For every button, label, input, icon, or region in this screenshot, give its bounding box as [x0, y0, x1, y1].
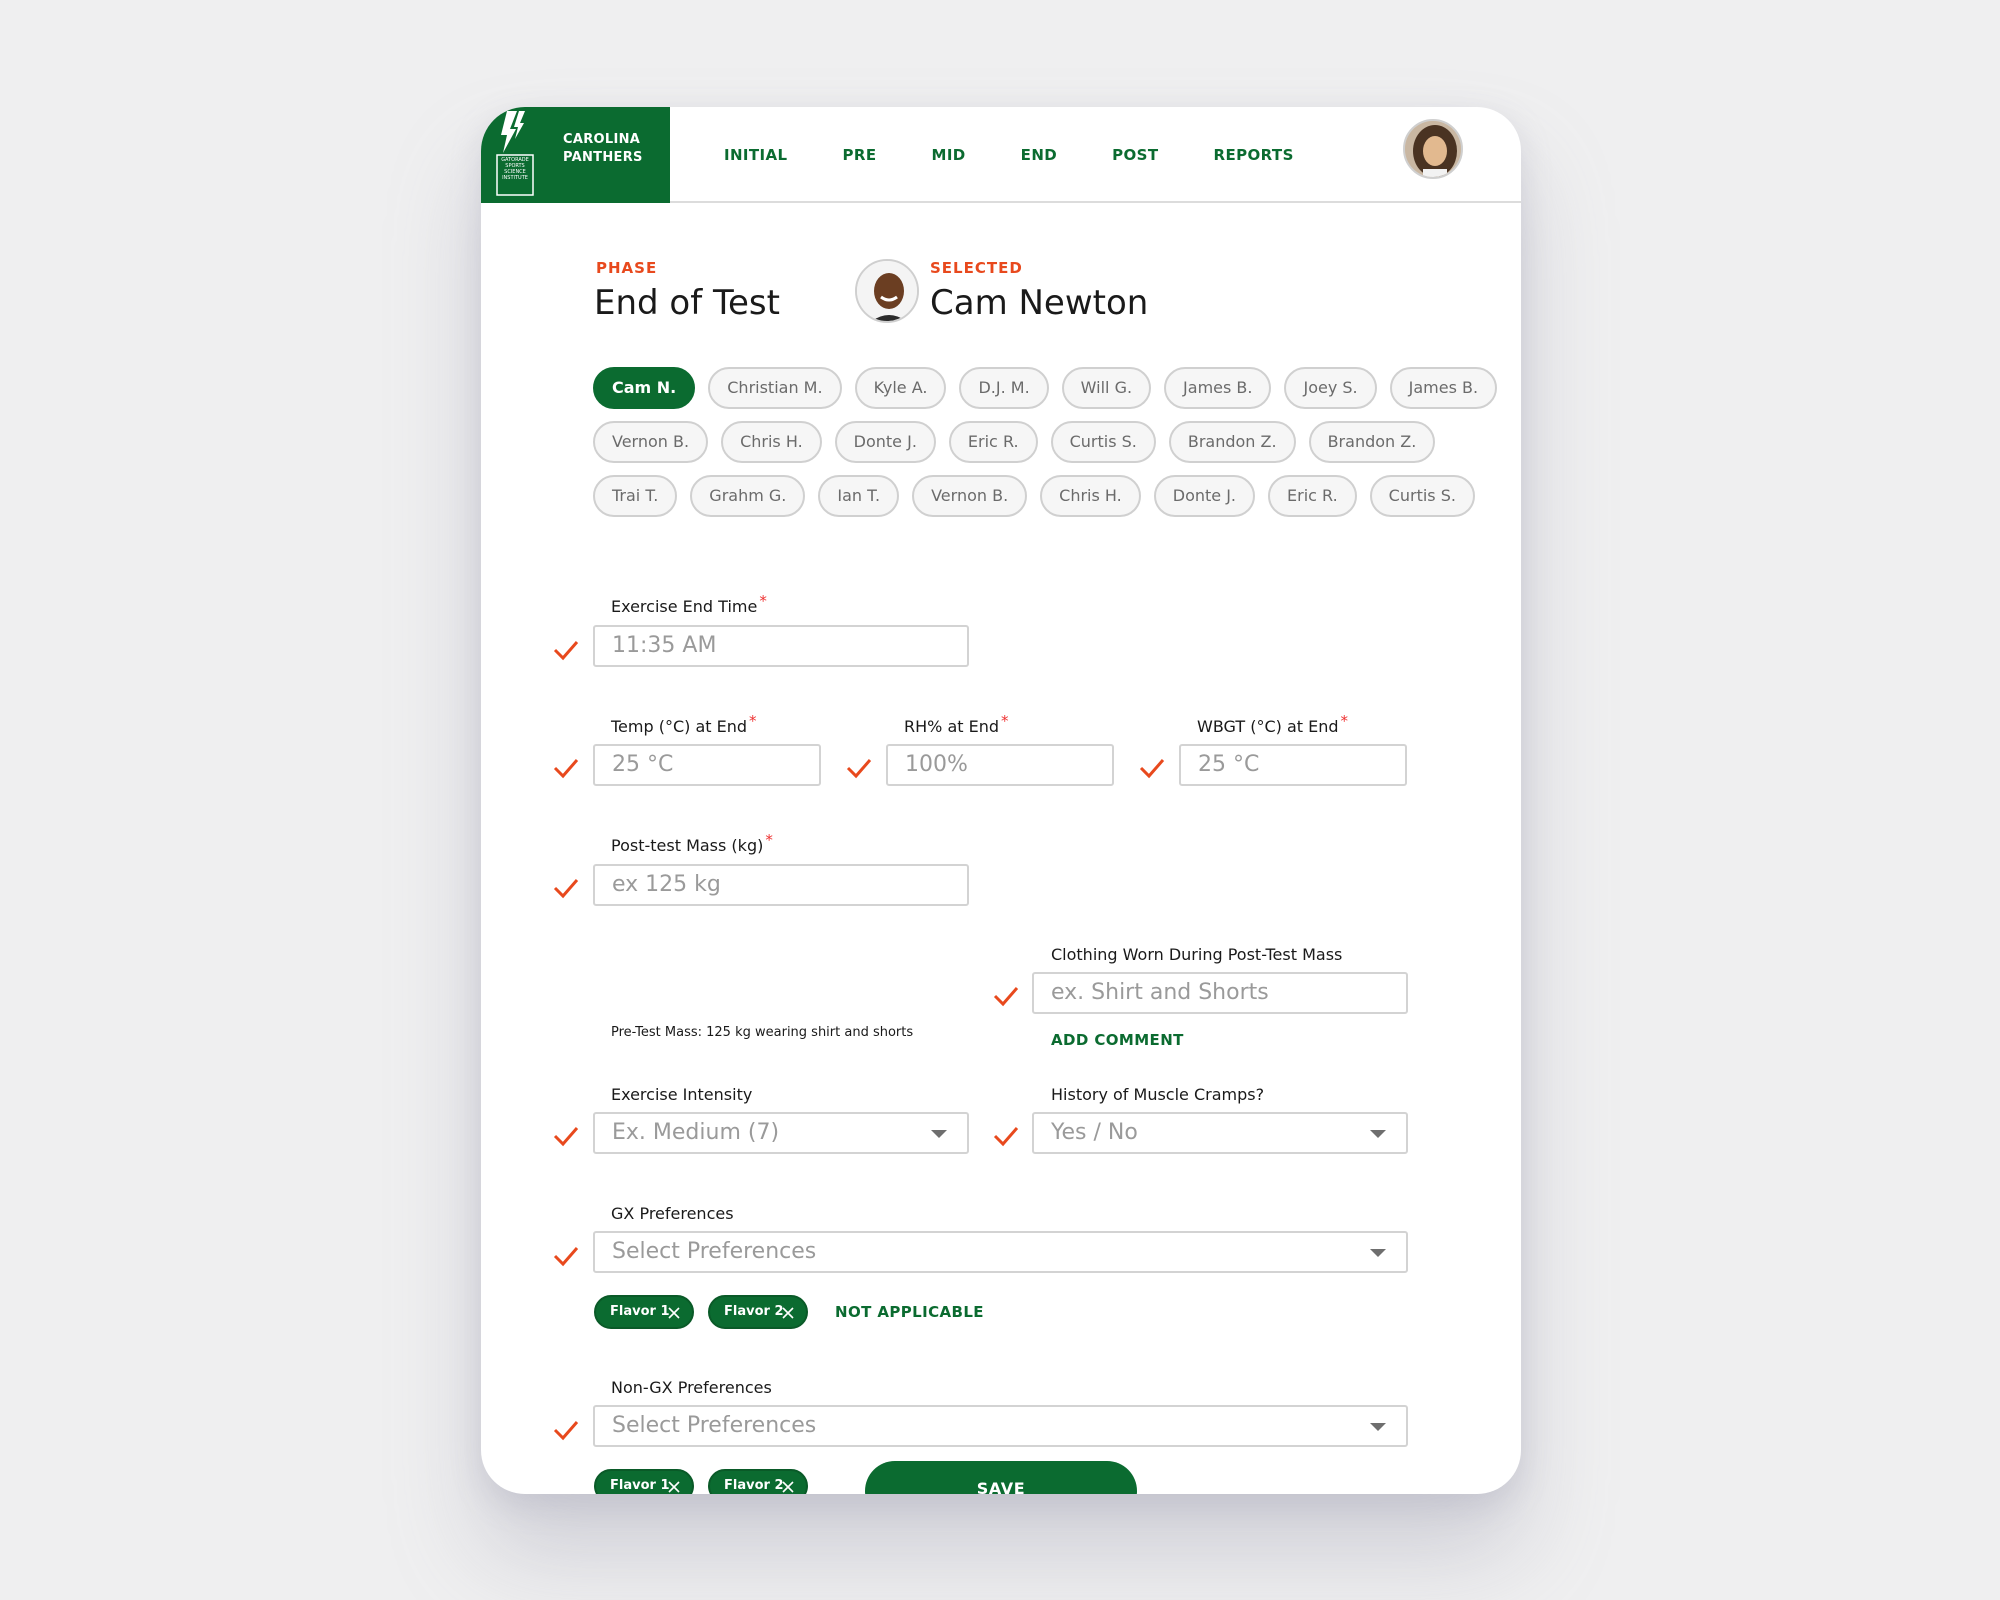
player-chip[interactable]: Curtis S.: [1050, 421, 1156, 463]
nongx-tag[interactable]: Flavor 1: [594, 1469, 694, 1494]
team-brand: GATORADE SPORTS SCIENCE INSTITUTE CAROLI…: [481, 107, 670, 203]
add-comment-button[interactable]: ADD COMMENT: [1051, 1031, 1184, 1049]
player-chip[interactable]: Brandon Z.: [1308, 421, 1436, 463]
rh-input[interactable]: 100%: [886, 744, 1114, 786]
nav-end[interactable]: END: [1021, 146, 1057, 164]
selected-player-name: Cam Newton: [930, 283, 1149, 323]
chip-row: Cam N. Christian M. Kyle A. D.J. M. Will…: [593, 367, 1498, 409]
nav-pre[interactable]: PRE: [843, 146, 877, 164]
required-marker: *: [1340, 712, 1349, 730]
end-time-input[interactable]: 11:35 AM: [593, 625, 969, 667]
save-button[interactable]: SAVE: [865, 1461, 1137, 1494]
player-chip[interactable]: Christian M.: [708, 367, 842, 409]
player-chip[interactable]: Grahm G.: [690, 475, 806, 517]
gx-select[interactable]: Select Preferences: [593, 1231, 1408, 1273]
player-chip[interactable]: Brandon Z.: [1168, 421, 1296, 463]
temp-label: Temp (°C) at End *: [611, 712, 757, 736]
cramps-label: History of Muscle Cramps?: [1051, 1085, 1265, 1104]
player-chip[interactable]: Eric R.: [948, 421, 1038, 463]
chevron-down-icon: [1370, 1130, 1386, 1138]
checkmark-icon: [553, 879, 579, 899]
checkmark-icon: [846, 759, 872, 779]
player-chip[interactable]: Curtis S.: [1369, 475, 1475, 517]
chip-row: Trai T. Grahm G. Ian T. Vernon B. Chris …: [593, 475, 1475, 517]
checkmark-icon: [1139, 759, 1165, 779]
checkmark-icon: [553, 1127, 579, 1147]
required-marker: *: [765, 831, 773, 849]
player-chip[interactable]: Ian T.: [818, 475, 900, 517]
close-icon[interactable]: [782, 1307, 794, 1319]
player-chip[interactable]: Vernon B.: [912, 475, 1028, 517]
nongx-tag[interactable]: Flavor 2: [708, 1469, 808, 1494]
nav-post[interactable]: POST: [1112, 146, 1158, 164]
gx-tag[interactable]: Flavor 1: [594, 1295, 694, 1329]
tablet-frame: GATORADE SPORTS SCIENCE INSTITUTE CAROLI…: [481, 107, 1521, 1494]
gx-tag[interactable]: Flavor 2: [708, 1295, 808, 1329]
wbgt-label: WBGT (°C) at End *: [1197, 712, 1349, 736]
chevron-down-icon: [1370, 1249, 1386, 1257]
chip-row: Vernon B. Chris H. Donte J. Eric R. Curt…: [593, 421, 1436, 463]
checkmark-icon: [553, 1247, 579, 1267]
player-chip[interactable]: James B.: [1164, 367, 1272, 409]
player-chip[interactable]: Joey S.: [1284, 367, 1377, 409]
close-icon[interactable]: [782, 1481, 794, 1493]
user-avatar-icon: [1405, 121, 1461, 177]
intensity-select[interactable]: Ex. Medium (7): [593, 1112, 969, 1154]
selected-player-avatar: [855, 259, 919, 323]
end-time-label: Exercise End Time *: [611, 592, 767, 616]
not-applicable-button[interactable]: NOT APPLICABLE: [835, 1303, 984, 1321]
phase-title: End of Test: [594, 283, 780, 323]
pre-test-mass-hint: Pre-Test Mass: 125 kg wearing shirt and …: [611, 1025, 914, 1040]
nav-reports[interactable]: REPORTS: [1214, 146, 1294, 164]
close-icon[interactable]: [668, 1307, 680, 1319]
required-marker: *: [759, 592, 767, 610]
player-avatar-icon: [857, 261, 917, 321]
checkmark-icon: [993, 987, 1019, 1007]
player-chip[interactable]: Chris H.: [1040, 475, 1141, 517]
lightning-logo-icon: [496, 111, 534, 196]
selected-label: SELECTED: [930, 259, 1023, 277]
phase-nav: INITIAL PRE MID END POST REPORTS: [724, 107, 1294, 203]
logo-text: GATORADE SPORTS SCIENCE INSTITUTE: [501, 157, 529, 181]
player-chip[interactable]: James B.: [1389, 367, 1498, 409]
nongx-select[interactable]: Select Preferences: [593, 1405, 1408, 1447]
temp-input[interactable]: 25 °C: [593, 744, 821, 786]
gx-label: GX Preferences: [611, 1204, 734, 1223]
checkmark-icon: [553, 759, 579, 779]
phase-label: PHASE: [596, 259, 658, 277]
player-chip[interactable]: Eric R.: [1268, 475, 1357, 517]
checkmark-icon: [553, 641, 579, 661]
intensity-label: Exercise Intensity: [611, 1085, 753, 1104]
player-selector: Cam N. Christian M. Kyle A. D.J. M. Will…: [593, 367, 1498, 529]
required-marker: *: [749, 712, 757, 730]
player-chip[interactable]: Kyle A.: [854, 367, 947, 409]
clothing-label: Clothing Worn During Post-Test Mass: [1051, 945, 1343, 964]
player-chip[interactable]: Donte J.: [1153, 475, 1256, 517]
checkmark-icon: [993, 1127, 1019, 1147]
clothing-input[interactable]: ex. Shirt and Shorts: [1032, 972, 1408, 1014]
nav-mid[interactable]: MID: [932, 146, 966, 164]
player-chip[interactable]: Vernon B.: [593, 421, 709, 463]
nongx-label: Non-GX Preferences: [611, 1378, 772, 1397]
player-chip[interactable]: Donte J.: [834, 421, 936, 463]
player-chip[interactable]: Cam N.: [593, 367, 696, 409]
checkmark-icon: [553, 1421, 579, 1441]
cramps-select[interactable]: Yes / No: [1032, 1112, 1408, 1154]
chevron-down-icon: [1370, 1423, 1386, 1431]
rh-label: RH% at End *: [904, 712, 1009, 736]
team-name: CAROLINA PANTHERS: [563, 132, 643, 165]
top-bar: GATORADE SPORTS SCIENCE INSTITUTE CAROLI…: [481, 107, 1521, 203]
nav-initial[interactable]: INITIAL: [724, 146, 788, 164]
close-icon[interactable]: [668, 1481, 680, 1493]
chevron-down-icon: [931, 1130, 947, 1138]
player-chip[interactable]: Trai T.: [593, 475, 678, 517]
player-chip[interactable]: Chris H.: [721, 421, 822, 463]
user-avatar[interactable]: [1403, 119, 1463, 179]
wbgt-input[interactable]: 25 °C: [1179, 744, 1407, 786]
mass-input[interactable]: ex 125 kg: [593, 864, 969, 906]
required-marker: *: [1001, 712, 1009, 730]
mass-label: Post-test Mass (kg) *: [611, 831, 773, 855]
player-chip[interactable]: D.J. M.: [959, 367, 1049, 409]
player-chip[interactable]: Will G.: [1061, 367, 1152, 409]
